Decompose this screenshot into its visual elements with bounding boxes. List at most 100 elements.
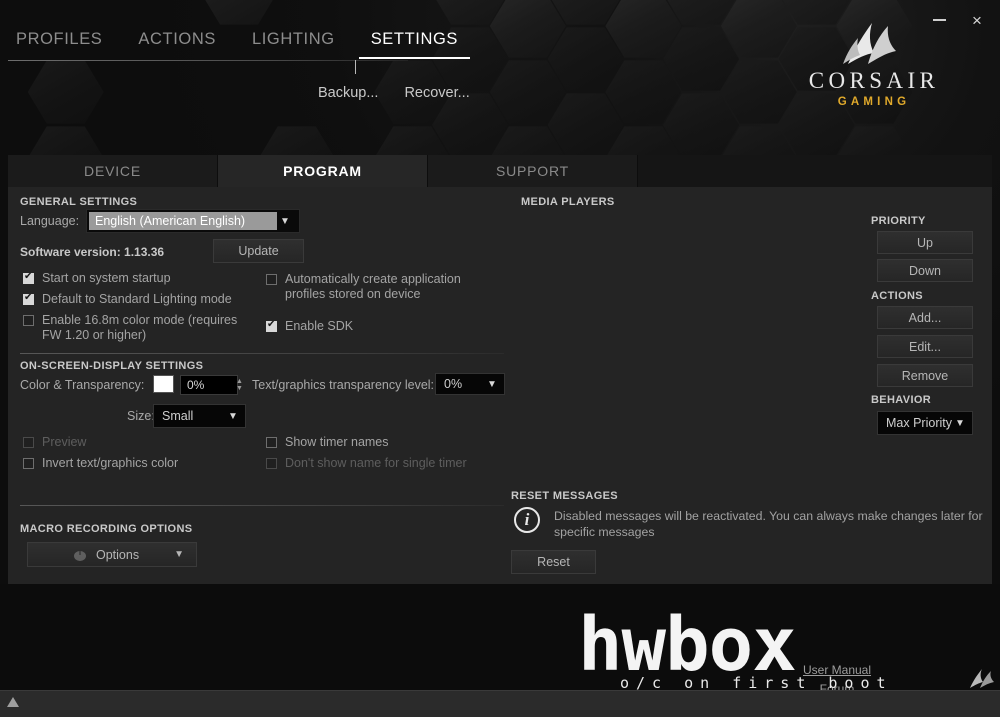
color-transparency-label: Color & Transparency: xyxy=(20,378,144,392)
macro-recording-title: MACRO RECORDING OPTIONS xyxy=(20,523,192,535)
text-transparency-value: 0% xyxy=(436,377,484,391)
checkbox-label: Enable 16.8m color mode (requires FW 1.2… xyxy=(42,313,238,342)
checkbox-box xyxy=(23,315,34,326)
language-dropdown[interactable]: English (American English) ▼ xyxy=(86,209,300,233)
actions-title: ACTIONS xyxy=(871,290,923,302)
backup-link[interactable]: Backup... xyxy=(318,85,378,101)
update-button[interactable]: Update xyxy=(213,239,304,263)
checkbox-hide-single-timer-name[interactable]: Don't show name for single timer xyxy=(266,456,467,471)
hexagon-decoration xyxy=(490,59,566,125)
minimize-button[interactable] xyxy=(926,8,952,32)
behavior-dropdown[interactable]: Max Priority ▼ xyxy=(877,411,973,435)
behavior-value: Max Priority xyxy=(878,416,952,430)
behavior-title: BEHAVIOR xyxy=(871,394,931,406)
action-edit-button[interactable]: Edit... xyxy=(877,335,973,358)
media-players-title: MEDIA PLAYERS xyxy=(521,196,615,208)
top-navigation: PROFILES ACTIONS LIGHTING SETTINGS xyxy=(12,30,462,59)
transparency-input[interactable]: 0% xyxy=(180,375,238,395)
nav-item-profiles[interactable]: PROFILES xyxy=(12,30,106,59)
tab-program[interactable]: PROGRAM xyxy=(218,155,428,187)
checkbox-box xyxy=(23,458,34,469)
settings-tabs: DEVICE PROGRAM SUPPORT xyxy=(8,155,992,187)
macro-options-label: Options xyxy=(96,548,139,562)
checkbox-default-standard-lighting[interactable]: Default to Standard Lighting mode xyxy=(23,292,263,307)
tabs-filler xyxy=(638,155,992,187)
tab-support[interactable]: SUPPORT xyxy=(428,155,638,187)
checkbox-enable-sdk[interactable]: Enable SDK xyxy=(266,319,446,334)
hexagon-decoration xyxy=(663,26,739,92)
brand-tagline: GAMING xyxy=(792,96,952,108)
checkbox-label: Enable SDK xyxy=(285,319,353,334)
nav-item-settings[interactable]: SETTINGS xyxy=(367,30,462,59)
priority-down-button[interactable]: Down xyxy=(877,259,973,282)
hexagon-decoration xyxy=(548,92,624,158)
nav-item-lighting[interactable]: LIGHTING xyxy=(248,30,339,59)
hexagon-decoration xyxy=(663,0,739,26)
checkbox-label: Show timer names xyxy=(285,435,389,450)
checkbox-label: Default to Standard Lighting mode xyxy=(42,292,232,307)
close-button[interactable]: × xyxy=(964,8,990,32)
checkbox-label: Preview xyxy=(42,435,86,450)
user-manual-link[interactable]: User Manual xyxy=(782,663,892,677)
info-icon: i xyxy=(514,507,540,533)
program-settings-panel: GENERAL SETTINGS Language: English (Amer… xyxy=(8,187,992,584)
recover-link[interactable]: Recover... xyxy=(404,85,469,101)
osd-settings-title: ON-SCREEN-DISPLAY SETTINGS xyxy=(20,360,203,372)
size-label: Size: xyxy=(127,409,155,423)
divider-general xyxy=(20,353,504,354)
checkbox-label: Invert text/graphics color xyxy=(42,456,178,471)
size-dropdown[interactable]: Small ▼ xyxy=(153,404,246,428)
chevron-down-icon: ▼ xyxy=(225,411,245,422)
hexagon-decoration xyxy=(28,59,104,125)
stepper-up-icon: ▲ xyxy=(236,378,243,385)
software-version: Software version: 1.13.36 xyxy=(20,245,164,259)
checkbox-label: Start on system startup xyxy=(42,271,171,286)
priority-title: PRIORITY xyxy=(871,215,926,227)
checkbox-enable-16m-color[interactable]: Enable 16.8m color mode (requires FW 1.2… xyxy=(23,313,238,342)
nav-active-tick xyxy=(355,60,356,74)
tab-device[interactable]: DEVICE xyxy=(8,155,218,187)
status-bar xyxy=(0,690,1000,717)
hexagon-decoration xyxy=(605,0,681,59)
hexagon-decoration xyxy=(201,0,277,26)
hexagon-decoration xyxy=(605,59,681,125)
reset-messages-title: RESET MESSAGES xyxy=(511,490,618,502)
transparency-stepper[interactable]: ▲ ▼ xyxy=(234,375,245,395)
corsair-utility-engine-window: × CORSAIR GAMING PROFILES ACTIONS LIGHTI… xyxy=(0,0,1000,717)
hexagon-decoration xyxy=(548,0,624,26)
expand-up-arrow-icon[interactable] xyxy=(7,697,19,707)
reset-button[interactable]: Reset xyxy=(511,550,596,574)
general-settings-title: GENERAL SETTINGS xyxy=(20,196,137,208)
chevron-down-icon: ▼ xyxy=(484,379,504,390)
language-label: Language: xyxy=(20,214,79,228)
checkbox-auto-create-profiles[interactable]: Automatically create application profile… xyxy=(266,272,481,301)
checkbox-box xyxy=(266,458,277,469)
chevron-down-icon: ▼ xyxy=(952,418,972,429)
checkbox-box xyxy=(266,321,277,332)
checkbox-invert-text-color[interactable]: Invert text/graphics color xyxy=(23,456,178,471)
checkbox-box xyxy=(266,274,277,285)
checkbox-box xyxy=(266,437,277,448)
checkbox-show-timer-names[interactable]: Show timer names xyxy=(266,435,389,450)
settings-subactions: Backup... Recover... xyxy=(318,85,470,101)
hexagon-decoration xyxy=(663,92,739,158)
nav-item-actions[interactable]: ACTIONS xyxy=(134,30,220,59)
action-remove-button[interactable]: Remove xyxy=(877,364,973,387)
priority-up-button[interactable]: Up xyxy=(877,231,973,254)
checkbox-label: Automatically create application profile… xyxy=(285,272,481,301)
hexagon-decoration xyxy=(490,0,566,59)
divider-osd xyxy=(20,505,504,506)
checkbox-box xyxy=(23,437,34,448)
text-transparency-dropdown[interactable]: 0% ▼ xyxy=(435,373,505,395)
corsair-sails-icon xyxy=(834,22,910,66)
chevron-down-icon: ▼ xyxy=(277,216,297,227)
hexagon-decoration xyxy=(432,92,508,158)
action-add-button[interactable]: Add... xyxy=(877,306,973,329)
macro-options-button[interactable]: Options ▼ xyxy=(27,542,197,567)
hexagon-decoration xyxy=(432,0,508,26)
checkbox-preview[interactable]: Preview xyxy=(23,435,86,450)
brand-name: CORSAIR xyxy=(792,69,952,92)
checkbox-start-on-startup[interactable]: Start on system startup xyxy=(23,271,253,286)
color-swatch[interactable] xyxy=(153,375,174,393)
checkbox-box xyxy=(23,273,34,284)
